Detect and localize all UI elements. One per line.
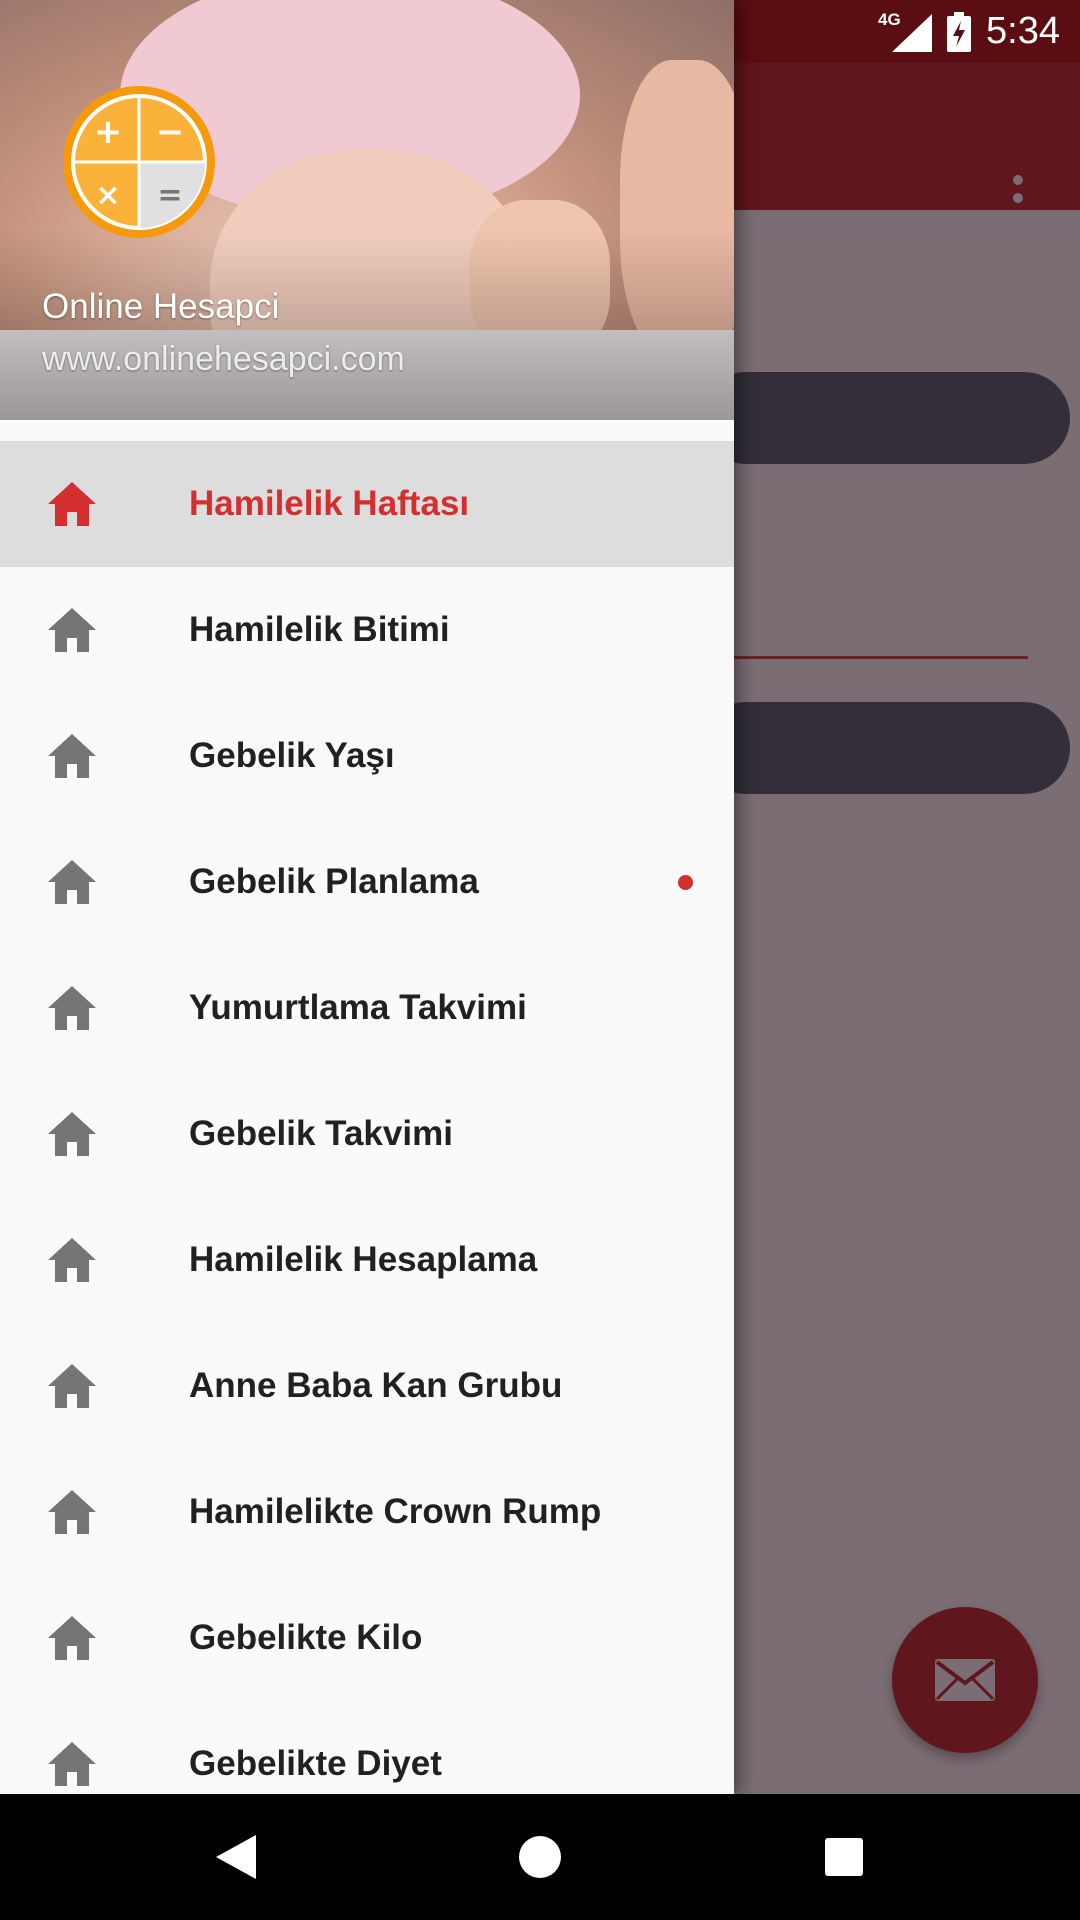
home-icon [48, 1616, 96, 1660]
home-icon [48, 1112, 96, 1156]
drawer-header-title: Online Hesapci [42, 287, 280, 326]
menu-item-label: Gebelikte Diyet [189, 1744, 442, 1783]
menu-item-label: Hamilelik Haftası [189, 484, 470, 523]
recents-icon [825, 1838, 863, 1876]
home-icon [48, 1490, 96, 1534]
home-circle-icon [519, 1836, 561, 1878]
drawer-header: + − × = Online Hesapci www.onlinehesapci… [0, 0, 734, 420]
signal-icon: 4G [878, 10, 933, 52]
menu-item-hamilelikte-crown-rump[interactable]: Hamilelikte Crown Rump [0, 1449, 734, 1575]
battery-charging-icon [947, 11, 972, 52]
menu-item-label: Hamilelikte Crown Rump [189, 1492, 602, 1531]
svg-text:+: + [94, 112, 123, 152]
drawer-header-subtitle[interactable]: www.onlinehesapci.com [42, 340, 405, 379]
menu-item-label: Gebelik Planlama [189, 862, 479, 901]
home-icon [48, 860, 96, 904]
menu-item-label: Gebelikte Kilo [189, 1618, 423, 1657]
menu-item-gebelikte-diyet[interactable]: Gebelikte Diyet [0, 1701, 734, 1794]
home-icon [48, 734, 96, 778]
menu-item-yumurtlama-takvimi[interactable]: Yumurtlama Takvimi [0, 945, 734, 1071]
nav-home-button[interactable] [480, 1794, 600, 1920]
menu-item-gebelik-takvimi[interactable]: Gebelik Takvimi [0, 1071, 734, 1197]
home-icon [48, 1742, 96, 1786]
menu-item-label: Anne Baba Kan Grubu [189, 1366, 563, 1405]
nav-recents-button[interactable] [784, 1794, 904, 1920]
menu-item-gebelikte-kilo[interactable]: Gebelikte Kilo [0, 1575, 734, 1701]
home-icon [48, 482, 96, 526]
svg-text:−: − [156, 112, 185, 152]
home-icon [48, 1238, 96, 1282]
menu-item-label: Yumurtlama Takvimi [189, 988, 527, 1027]
system-nav-bar [0, 1794, 1080, 1920]
nav-back-button[interactable] [176, 1794, 296, 1920]
menu-item-gebelik-yasi[interactable]: Gebelik Yaşı [0, 693, 734, 819]
menu-item-gebelik-planlama[interactable]: Gebelik Planlama [0, 819, 734, 945]
navigation-drawer: + − × = Online Hesapci www.onlinehesapci… [0, 0, 734, 1794]
menu-item-label: Hamilelik Hesaplama [189, 1240, 538, 1279]
calculator-logo-icon: + − × = [63, 86, 215, 238]
menu-item-hamilelik-haftasi[interactable]: Hamilelik Haftası [0, 441, 734, 567]
menu-item-hamilelik-bitimi[interactable]: Hamilelik Bitimi [0, 567, 734, 693]
network-type-label: 4G [878, 9, 901, 29]
new-badge-dot [678, 874, 693, 890]
svg-text:=: = [157, 178, 182, 213]
menu-item-label: Gebelik Takvimi [189, 1114, 453, 1153]
menu-item-anne-baba-kan-grubu[interactable]: Anne Baba Kan Grubu [0, 1323, 734, 1449]
menu-item-label: Gebelik Yaşı [189, 736, 395, 775]
home-icon [48, 608, 96, 652]
menu-item-hamilelik-hesaplama[interactable]: Hamilelik Hesaplama [0, 1197, 734, 1323]
home-icon [48, 986, 96, 1030]
status-time: 5:34 [986, 10, 1060, 52]
drawer-menu: Hamilelik Haftası Hamilelik Bitimi Gebel… [0, 441, 734, 1794]
menu-item-label: Hamilelik Bitimi [189, 610, 450, 649]
home-icon [48, 1364, 96, 1408]
back-icon [216, 1835, 256, 1879]
svg-text:×: × [95, 178, 120, 213]
